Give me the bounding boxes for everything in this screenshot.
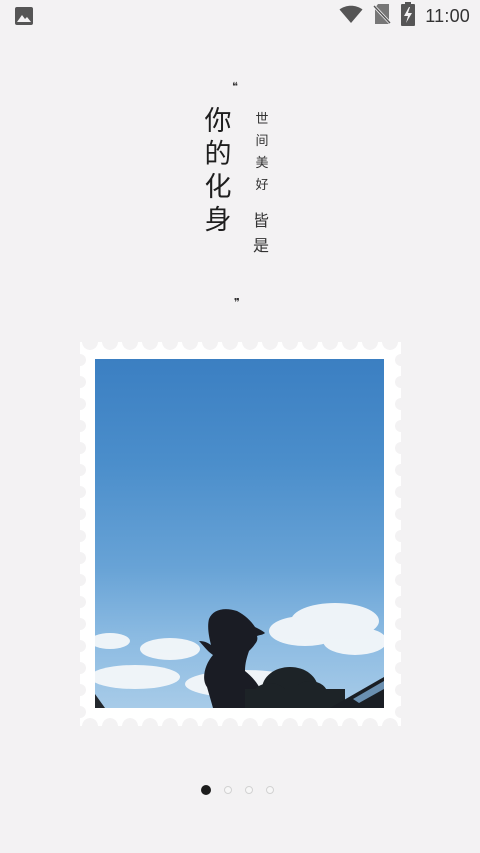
poem-line-2: 皆 是 xyxy=(252,211,269,255)
image-notification-icon xyxy=(14,6,36,26)
page-dot-3[interactable] xyxy=(245,786,253,794)
open-quote-mark: ❝ xyxy=(232,80,238,93)
poem-line-1: 世 间 美 好 xyxy=(255,112,269,193)
poem-title: 你 的 化 身 xyxy=(204,106,232,236)
poem-block: ❝ 你 的 化 身 世 间 美 好 皆 是 ❞ xyxy=(0,75,480,325)
no-sim-icon xyxy=(373,3,392,29)
page-dot-1[interactable] xyxy=(201,785,211,795)
silhouette-photo xyxy=(95,603,384,708)
stamp-photo xyxy=(95,359,384,708)
status-bar: 11:00 xyxy=(0,0,480,32)
page-dot-4[interactable] xyxy=(266,786,274,794)
page-dot-2[interactable] xyxy=(224,786,232,794)
battery-charging-icon xyxy=(401,2,416,30)
close-quote-mark: ❞ xyxy=(234,296,240,309)
wifi-icon xyxy=(339,3,363,29)
page-indicator xyxy=(201,785,274,795)
status-right: 11:00 xyxy=(339,2,470,30)
status-time: 11:00 xyxy=(425,5,470,26)
